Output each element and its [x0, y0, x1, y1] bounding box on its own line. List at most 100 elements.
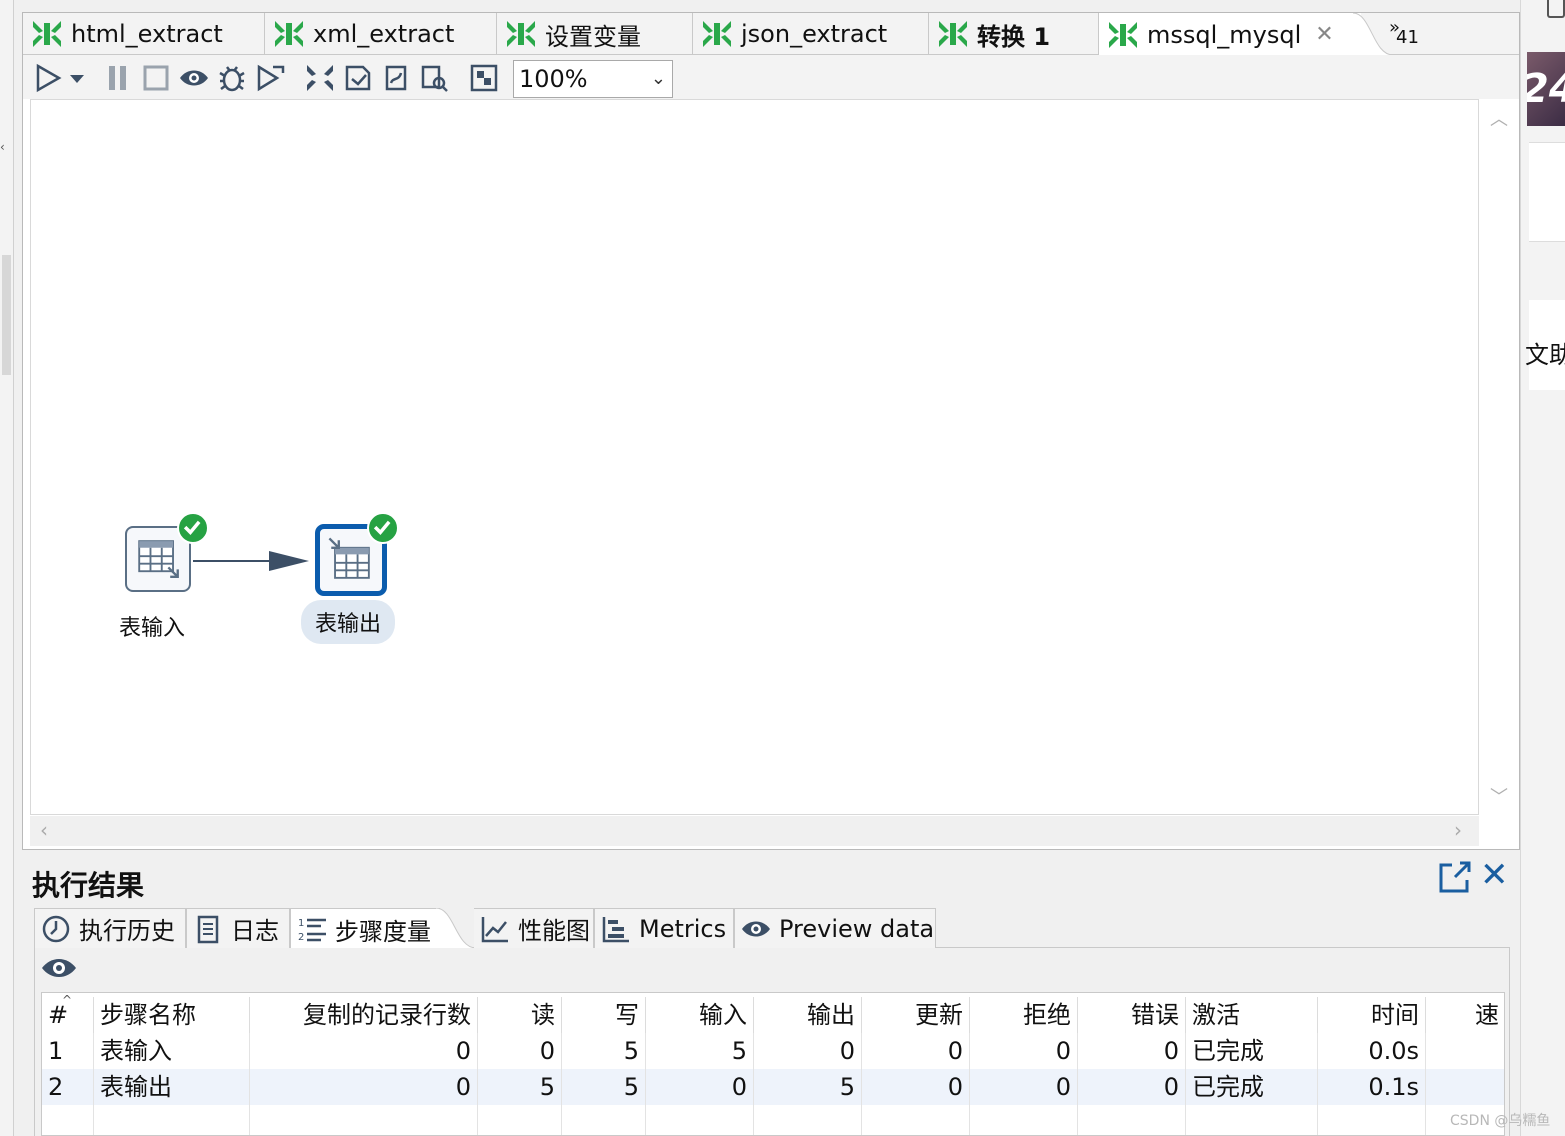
- table-cell: 0: [754, 1033, 862, 1069]
- chart-icon: [481, 916, 508, 942]
- left-scrollbar-thumb[interactable]: [2, 255, 11, 375]
- side-badge: 24: [1527, 52, 1565, 126]
- transform-icon: [1109, 21, 1137, 48]
- success-check-icon: [367, 512, 399, 544]
- tab-label: mssql_mysql: [1147, 20, 1302, 49]
- debug-button[interactable]: [217, 63, 247, 93]
- tab-curve: [1353, 13, 1393, 56]
- table-header-row: # 步骤名称 复制的记录行数 读 写 输入 输出 更新 拒绝 错误 激活 时间 …: [42, 997, 1504, 1033]
- table-cell: 2: [42, 1069, 94, 1105]
- tab-preview-data[interactable]: Preview data: [734, 908, 936, 948]
- run-options-dropdown[interactable]: [67, 63, 87, 93]
- table-cell: 已完成: [1186, 1069, 1318, 1105]
- step-label: 表输出: [301, 600, 396, 644]
- side-cut-text: 文助: [1525, 341, 1565, 369]
- table-row[interactable]: 2 表输出 0 5 5 0 5 0 0 0 已完成 0.1s: [42, 1069, 1504, 1105]
- table-cell: 0: [478, 1033, 562, 1069]
- results-title: 执行结果: [32, 869, 145, 902]
- column-header[interactable]: 激活: [1186, 997, 1318, 1033]
- canvas-horizontal-scrollbar[interactable]: ‹ ›: [30, 816, 1479, 846]
- tab-log[interactable]: 日志: [186, 908, 290, 948]
- tab-json-extract[interactable]: json_extract: [693, 13, 929, 55]
- column-header[interactable]: 时间: [1318, 997, 1426, 1033]
- results-tab-bar: 执行历史 日志 12 步骤度量 性能图 Metrics Preview data: [34, 908, 1510, 949]
- zoom-value: 100%: [519, 65, 588, 93]
- column-header[interactable]: 写: [562, 997, 646, 1033]
- tab-label: Metrics: [639, 914, 727, 943]
- tab-transform-1[interactable]: 转换 1: [929, 13, 1099, 55]
- table-row[interactable]: 1 表输入 0 0 5 5 0 0 0 0 已完成 0.0s: [42, 1033, 1504, 1069]
- transform-icon: [507, 21, 535, 47]
- step-metrics-body: # 步骤名称 复制的记录行数 读 写 输入 输出 更新 拒绝 错误 激活 时间 …: [34, 948, 1510, 1136]
- column-header[interactable]: 复制的记录行数: [250, 997, 478, 1033]
- table-cell: 5: [562, 1033, 646, 1069]
- tab-html-extract[interactable]: html_extract: [23, 13, 265, 55]
- column-header[interactable]: 速: [1426, 997, 1504, 1033]
- scroll-left-icon[interactable]: ‹: [40, 818, 48, 842]
- tab-execution-history[interactable]: 执行历史: [34, 908, 186, 948]
- table-cell: [1426, 1069, 1504, 1105]
- replay-button[interactable]: [255, 63, 285, 93]
- zoom-select[interactable]: 100% ⌄: [513, 60, 673, 98]
- impact-button[interactable]: [343, 63, 373, 93]
- tab-mssql-mysql[interactable]: mssql_mysql ✕: [1099, 13, 1361, 56]
- sql-button[interactable]: [381, 63, 411, 93]
- canvas-vertical-scrollbar[interactable]: ︿ ﹀: [1481, 99, 1515, 815]
- transformation-editor: html_extract xml_extract 设置变量 json_extra…: [22, 12, 1520, 850]
- column-header[interactable]: 步骤名称: [94, 997, 250, 1033]
- replay-icon: [257, 64, 285, 92]
- sort-caret-icon: ^: [62, 993, 73, 1007]
- table-cell: 0: [862, 1069, 970, 1105]
- tab-performance-chart[interactable]: 性能图: [474, 908, 594, 948]
- table-cell: 1: [42, 1033, 94, 1069]
- table-cell: [1426, 1033, 1504, 1069]
- scroll-right-icon[interactable]: ›: [1454, 818, 1462, 842]
- tab-set-variables[interactable]: 设置变量: [497, 13, 693, 55]
- explore-db-button[interactable]: [419, 63, 449, 93]
- column-header[interactable]: 拒绝: [970, 997, 1078, 1033]
- popout-icon[interactable]: [1438, 860, 1472, 894]
- collapse-caret-icon[interactable]: ‹: [0, 140, 5, 154]
- watermark: CSDN @乌糯鱼: [1450, 1113, 1551, 1129]
- success-check-icon: [177, 512, 209, 544]
- side-panel-box: [1529, 142, 1565, 242]
- column-header[interactable]: 输出: [754, 997, 862, 1033]
- transform-icon: [703, 21, 731, 47]
- table-cell: 表输出: [94, 1069, 250, 1105]
- table-cell: 0.0s: [1318, 1033, 1426, 1069]
- outline-icon[interactable]: [1547, 0, 1565, 18]
- run-button[interactable]: [33, 63, 63, 93]
- database-search-icon: [421, 65, 448, 92]
- step-metrics-table: # 步骤名称 复制的记录行数 读 写 输入 输出 更新 拒绝 错误 激活 时间 …: [41, 992, 1505, 1136]
- preview-button[interactable]: [179, 63, 209, 93]
- column-header[interactable]: 读: [478, 997, 562, 1033]
- column-header[interactable]: 更新: [862, 997, 970, 1033]
- tab-xml-extract[interactable]: xml_extract: [265, 13, 497, 55]
- left-panel-edge: ‹: [0, 0, 14, 1136]
- scroll-down-icon[interactable]: ﹀: [1490, 783, 1508, 809]
- close-panel-icon[interactable]: ✕: [1480, 858, 1509, 892]
- play-icon: [36, 63, 62, 93]
- tab-label: 日志: [231, 917, 279, 945]
- execution-results-panel: 执行结果 ✕ 执行历史 日志 12 步骤度量 性能图 Metrics Previ…: [22, 852, 1520, 1136]
- clock-icon: [42, 915, 70, 942]
- tab-metrics[interactable]: Metrics: [594, 908, 734, 948]
- table-row-empty: [42, 1105, 1504, 1135]
- column-header[interactable]: 错误: [1078, 997, 1186, 1033]
- verify-icon: [307, 65, 333, 91]
- tab-label: 性能图: [518, 917, 590, 945]
- eye-icon[interactable]: [41, 956, 77, 980]
- pause-button[interactable]: [103, 63, 133, 93]
- verify-button[interactable]: [305, 63, 335, 93]
- stop-button[interactable]: [141, 63, 171, 93]
- tab-overflow-button[interactable]: »41: [1389, 17, 1423, 48]
- column-header[interactable]: 输入: [646, 997, 754, 1033]
- numbered-list-icon: 12: [298, 918, 326, 943]
- transformation-canvas[interactable]: 表输入 表输出: [30, 99, 1479, 815]
- tab-label: Preview data: [779, 914, 935, 943]
- fit-to-screen-button[interactable]: [469, 63, 499, 93]
- close-tab-icon[interactable]: ✕: [1315, 22, 1333, 47]
- tab-step-metrics[interactable]: 12 步骤度量: [290, 908, 440, 949]
- scroll-up-icon[interactable]: ︿: [1490, 105, 1508, 131]
- chevron-down-icon: [70, 75, 84, 83]
